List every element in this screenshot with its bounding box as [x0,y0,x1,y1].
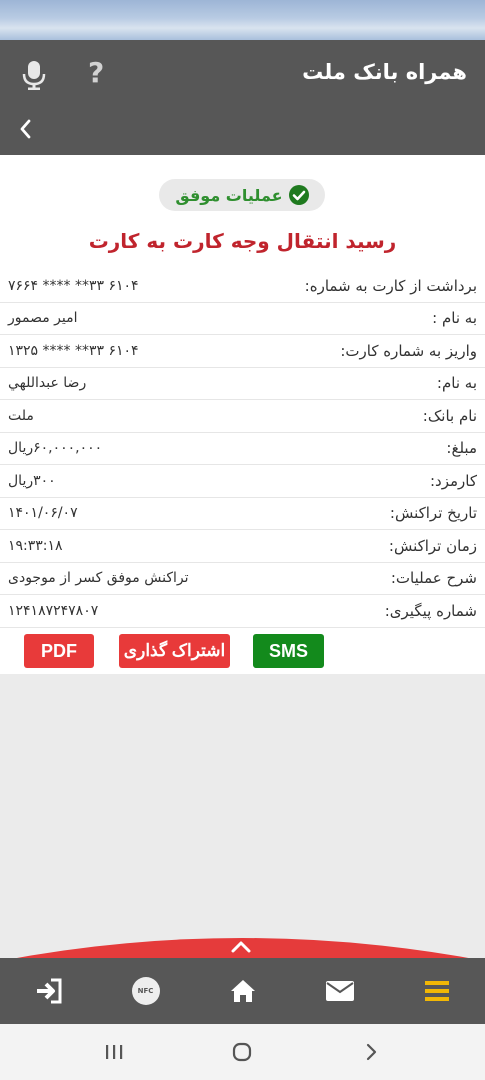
help-icon[interactable]: ? [88,56,104,89]
row-value: ۶۱۰۴ ۳۳** **** ۱۳۲۵ [8,342,139,359]
receipt-row: ملت نام بانک: [0,400,485,433]
row-label: شماره پیگیری: [384,601,477,620]
status-text: عملیات موفق [175,185,283,205]
row-label: برداشت از کارت به شماره: [304,276,477,295]
back-system-button[interactable] [351,1032,391,1072]
sms-button[interactable]: SMS [253,634,324,668]
receipt-card: عملیات موفق رسید انتقال وجه کارت به کارت… [0,155,485,674]
app-title: همراه بانک ملت [302,60,467,84]
pdf-button[interactable]: PDF [24,634,94,668]
row-value: امیر مصمور [8,310,78,327]
row-label: به نام: [436,374,477,393]
bottom-navigation: NFC [0,958,485,1024]
receipt-row: تراکنش موفق کسر از موجودی شرح عملیات: [0,563,485,595]
row-value: ۱۹:۳۳:۱۸ [8,537,63,554]
row-label: زمان تراکنش: [388,536,477,555]
receipt-row: ۶۰,۰۰۰,۰۰۰ریال مبلغ: [0,433,485,465]
status-badge: عملیات موفق [159,179,325,211]
receipt-row: ۱۹:۳۳:۱۸ زمان تراکنش: [0,530,485,563]
row-value: ۳۰۰ریال [8,472,56,489]
nav-nfc[interactable]: NFC [116,961,176,1021]
mail-icon [325,981,354,1001]
receipt-row: ۶۱۰۴ ۳۳** **** ۱۳۲۵ واریز به شماره کارت: [0,335,485,368]
receipt-row: ۱۲۴۱۸۷۲۴۷۸۰۷ شماره پیگیری: [0,595,485,628]
row-value: رضا عبداللهي [8,375,87,392]
app-header: همراه بانک ملت ? [0,40,485,155]
row-label: تاریخ تراکنش: [389,504,477,523]
logout-icon [36,978,61,1004]
row-value: ملت [8,407,34,424]
nav-home[interactable] [213,961,273,1021]
row-value: ۱۲۴۱۸۷۲۴۷۸۰۷ [8,602,99,619]
system-navigation-bar [0,1024,485,1080]
share-button[interactable]: اشتراک گذاری [119,634,230,668]
row-label: واریز به شماره کارت: [340,341,477,360]
back-chevron-icon [366,1043,376,1061]
row-value: ۱۴۰۱/۰۶/۰۷ [8,505,78,522]
receipt-details: ۶۱۰۴ ۳۳** **** ۷۶۶۴ برداشت از کارت به شم… [0,270,485,628]
row-value: تراکنش موفق کسر از موجودی [8,570,189,587]
check-circle-icon [288,185,309,205]
receipt-row: امیر مصمور به نام : [0,303,485,335]
chevron-left-icon[interactable] [16,118,36,140]
nfc-icon: NFC [131,977,160,1005]
microphone-icon[interactable] [22,60,46,90]
receipt-row: رضا عبداللهي به نام: [0,368,485,400]
home-icon [230,980,255,1002]
home-circle-icon [233,1042,252,1062]
receipt-row: ۶۱۰۴ ۳۳** **** ۷۶۶۴ برداشت از کارت به شم… [0,270,485,303]
menu-icon [424,981,449,1001]
row-label: مبلغ: [446,439,477,458]
nav-menu[interactable] [407,961,467,1021]
status-bar-background [0,0,485,40]
nav-messages[interactable] [310,961,370,1021]
recent-apps-icon [106,1045,123,1059]
receipt-row: ۱۴۰۱/۰۶/۰۷ تاریخ تراکنش: [0,498,485,530]
row-label: نام بانک: [422,406,477,425]
receipt-row: ۳۰۰ریال کارمزد: [0,465,485,498]
receipt-title: رسید انتقال وجه کارت به کارت [88,229,397,253]
row-label: به نام : [432,309,477,328]
row-value: ۶۱۰۴ ۳۳** **** ۷۶۶۴ [8,277,139,294]
home-system-button[interactable] [222,1032,262,1072]
recent-apps-button[interactable] [94,1032,134,1072]
chevron-up-icon[interactable] [228,937,254,955]
nav-logout[interactable] [19,961,79,1021]
row-value: ۶۰,۰۰۰,۰۰۰ریال [8,440,103,457]
row-label: شرح عملیات: [390,569,477,588]
row-label: کارمزد: [430,471,477,490]
